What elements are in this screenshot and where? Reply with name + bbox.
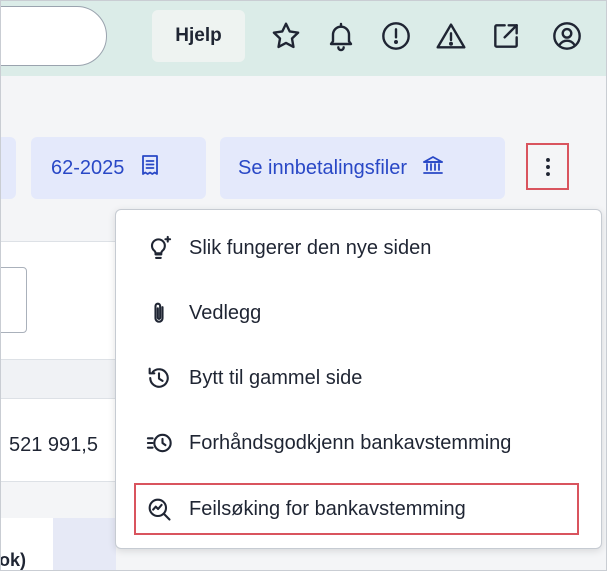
more-options-button[interactable]	[526, 143, 569, 190]
app-frame: Hjelp 62-2025 Se innbetalingsfiler 521 9…	[0, 0, 607, 571]
menu-item-label: Forhåndsgodkjenn bankavstemming	[189, 431, 512, 454]
user-circle-icon[interactable]	[550, 19, 584, 53]
search-input[interactable]	[1, 6, 107, 66]
menu-item-label: Feilsøking for bankavstemming	[189, 497, 466, 520]
list-clock-icon	[144, 428, 174, 458]
more-options-menu: Slik fungerer den nye siden Vedlegg Bytt…	[115, 209, 602, 549]
menu-item-how-it-works[interactable]: Slik fungerer den nye siden	[116, 222, 601, 274]
column-header-selected	[53, 518, 116, 570]
external-link-icon[interactable]	[489, 19, 523, 53]
period-chip[interactable]: 62-2025	[31, 137, 206, 199]
top-bar: Hjelp	[1, 1, 606, 76]
kebab-menu-icon	[545, 157, 550, 176]
table-separator	[1, 359, 116, 398]
payment-files-chip[interactable]: Se innbetalingsfiler	[220, 137, 505, 199]
alert-circle-icon[interactable]	[379, 19, 413, 53]
amount-value: 521 991,5	[9, 434, 98, 456]
bell-icon[interactable]	[324, 19, 358, 53]
chip-partial[interactable]	[1, 137, 16, 199]
bank-icon	[421, 153, 445, 183]
menu-item-switch-old-page[interactable]: Bytt til gammel side	[116, 352, 601, 404]
paperclip-icon	[144, 298, 174, 328]
lightbulb-sparkle-icon	[144, 233, 174, 263]
search-chart-icon	[144, 494, 174, 524]
menu-item-attachments[interactable]: Vedlegg	[116, 287, 601, 339]
menu-item-label: Vedlegg	[189, 301, 262, 324]
help-button[interactable]: Hjelp	[152, 10, 245, 62]
history-icon	[144, 363, 174, 393]
menu-item-troubleshoot-reconciliation[interactable]: Feilsøking for bankavstemming	[134, 483, 579, 535]
menu-item-label: Bytt til gammel side	[189, 366, 363, 389]
period-chip-label: 62-2025	[51, 156, 125, 179]
filter-input[interactable]	[1, 267, 27, 333]
payment-files-chip-label: Se innbetalingsfiler	[238, 156, 407, 179]
star-icon[interactable]	[269, 19, 303, 53]
menu-item-label: Slik fungerer den nye siden	[189, 236, 432, 259]
receipt-icon	[138, 153, 162, 183]
menu-item-preapprove-reconciliation[interactable]: Forhåndsgodkjenn bankavstemming	[116, 417, 601, 469]
warning-triangle-icon[interactable]	[434, 19, 468, 53]
column-header-label: ok)	[0, 550, 26, 570]
